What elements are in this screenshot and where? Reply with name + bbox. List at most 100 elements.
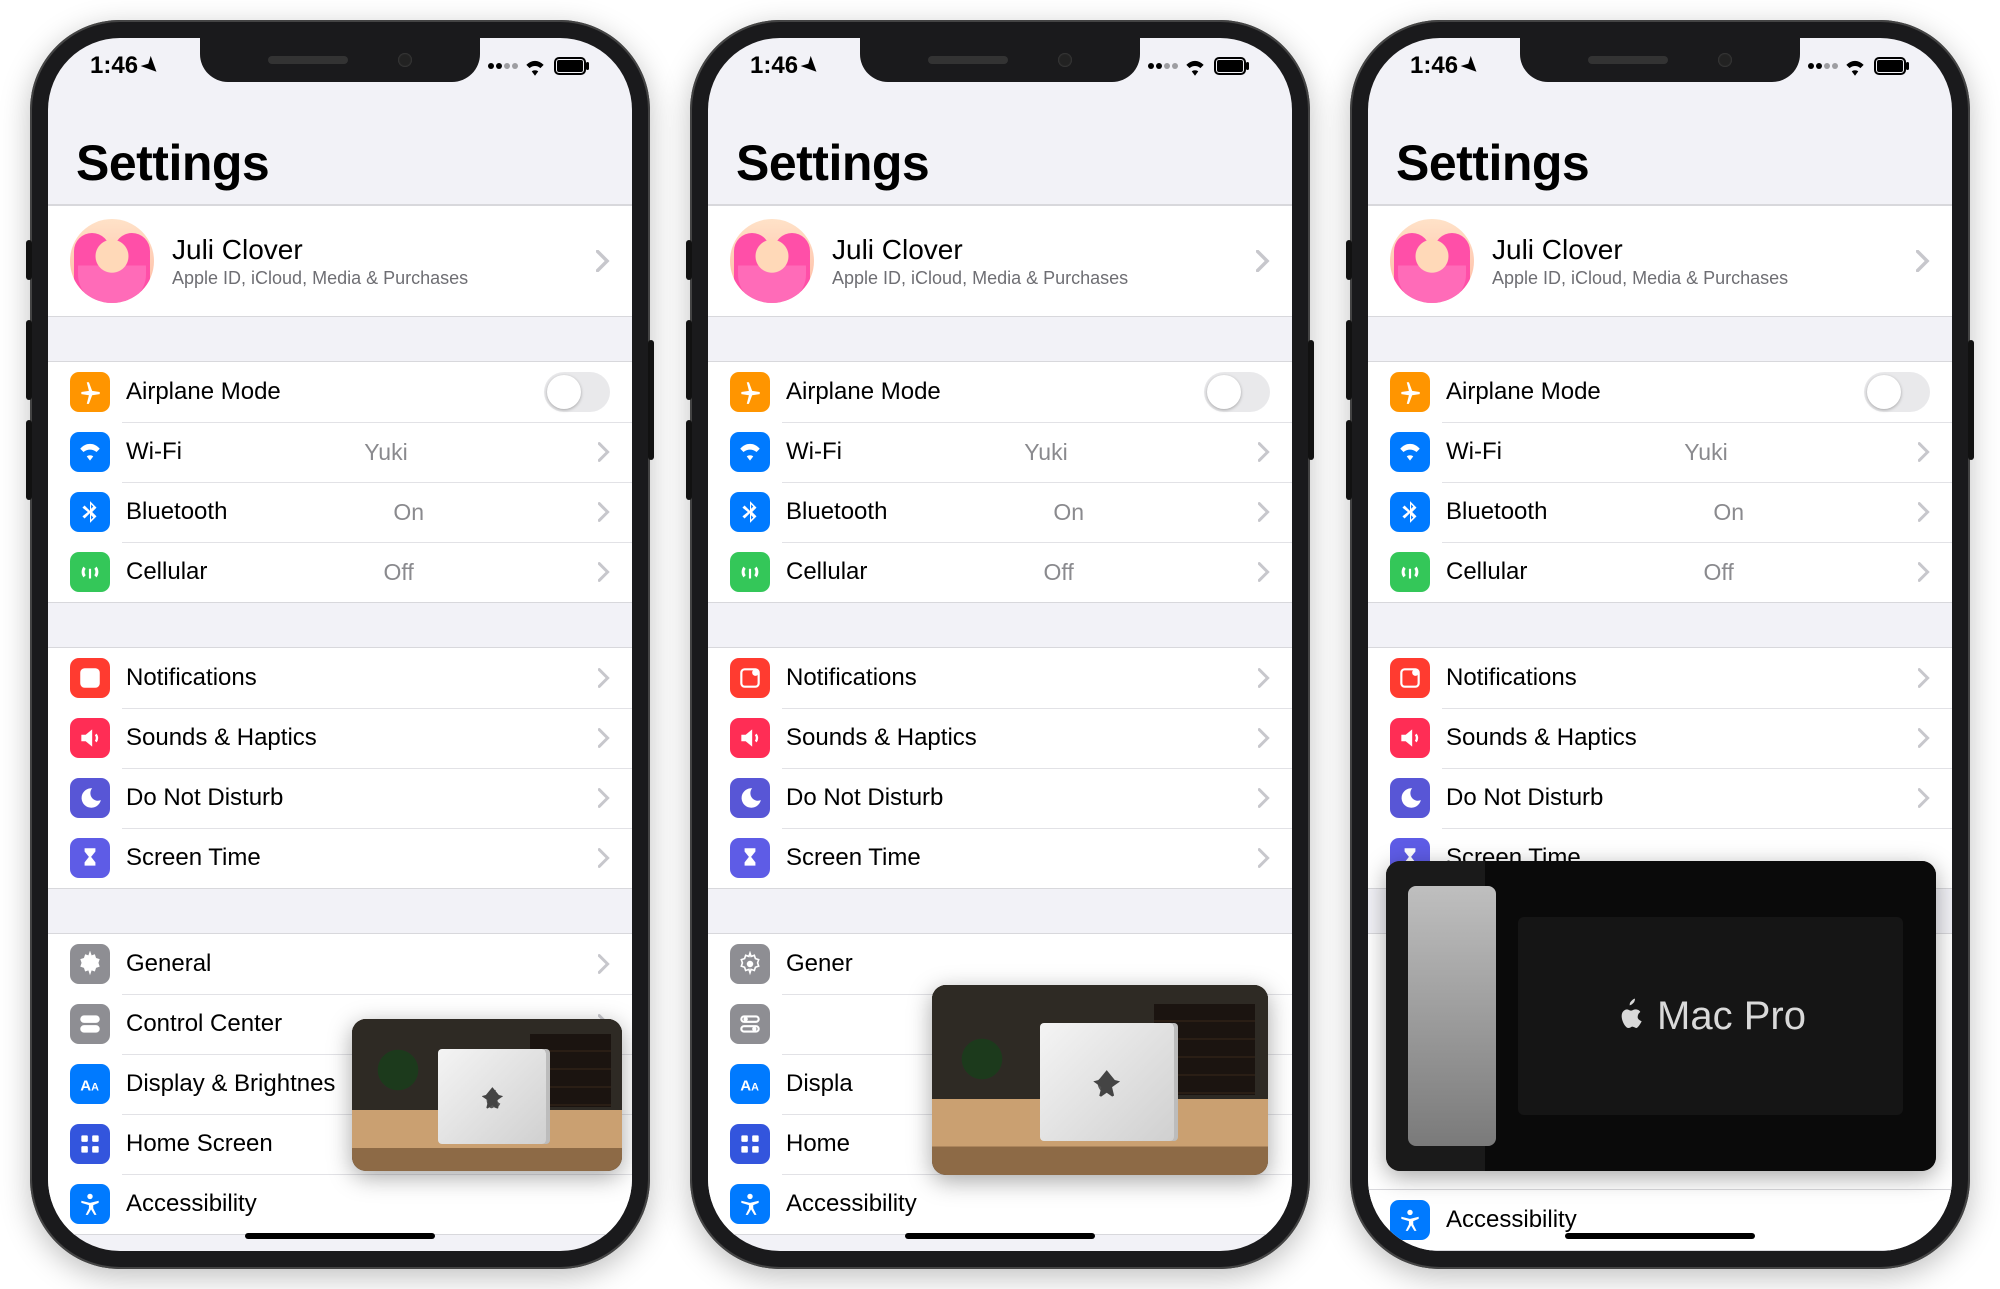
general-row[interactable]: General bbox=[48, 934, 632, 994]
sounds-icon bbox=[70, 718, 110, 758]
text-size-icon: AA bbox=[730, 1064, 770, 1104]
wifi-value: Yuki bbox=[1024, 439, 1075, 466]
home-indicator[interactable] bbox=[905, 1233, 1095, 1239]
row-label: Airplane Mode bbox=[786, 378, 941, 406]
chevron-right-icon bbox=[1258, 848, 1270, 868]
row-label: Notifications bbox=[1446, 664, 1577, 692]
screentime-row[interactable]: Screen Time bbox=[48, 828, 632, 888]
airplane-icon bbox=[730, 372, 770, 412]
bluetooth-row[interactable]: Bluetooth On bbox=[48, 482, 632, 542]
notifications-row[interactable]: Notifications bbox=[1368, 648, 1952, 708]
airplane-mode-row[interactable]: Airplane Mode bbox=[48, 362, 632, 422]
toggles-icon bbox=[70, 1004, 110, 1044]
row-label: Airplane Mode bbox=[126, 378, 281, 406]
chevron-right-icon bbox=[598, 954, 610, 974]
row-label: Do Not Disturb bbox=[126, 784, 283, 812]
notifications-row[interactable]: Notifications bbox=[708, 648, 1292, 708]
moon-icon bbox=[730, 778, 770, 818]
sounds-icon bbox=[730, 718, 770, 758]
row-label: Bluetooth bbox=[1446, 498, 1547, 526]
apple-id-row[interactable]: Juli CloverApple ID, iCloud, Media & Pur… bbox=[708, 206, 1292, 316]
chevron-right-icon bbox=[1916, 250, 1930, 272]
screen: 1:46➤ Settings Juli CloverApple ID, iClo… bbox=[708, 38, 1292, 1251]
row-label: General bbox=[126, 950, 211, 978]
volume-up-button bbox=[1346, 320, 1352, 400]
chevron-right-icon bbox=[1918, 502, 1930, 522]
volume-up-button bbox=[686, 320, 692, 400]
notifications-row[interactable]: Notifications bbox=[48, 648, 632, 708]
sounds-row[interactable]: Sounds & Haptics bbox=[708, 708, 1292, 768]
row-label: Notifications bbox=[786, 664, 917, 692]
svg-text:A: A bbox=[91, 1082, 99, 1094]
row-label: Wi-Fi bbox=[126, 438, 182, 466]
accessibility-row[interactable]: Accessibility bbox=[1368, 1190, 1952, 1250]
volume-up-button bbox=[26, 320, 32, 400]
accessibility-row[interactable]: Accessibility bbox=[708, 1174, 1292, 1234]
apple-id-row[interactable]: Juli Clover Apple ID, iCloud, Media & Pu… bbox=[48, 206, 632, 316]
chevron-right-icon bbox=[1258, 502, 1270, 522]
bluetooth-row[interactable]: Bluetooth On bbox=[1368, 482, 1952, 542]
sounds-icon bbox=[1390, 718, 1430, 758]
cellular-icon bbox=[70, 552, 110, 592]
status-time: 1:46 bbox=[750, 52, 798, 80]
cellular-icon bbox=[730, 552, 770, 592]
notifications-icon bbox=[70, 658, 110, 698]
bluetooth-value: On bbox=[393, 499, 432, 526]
chevron-right-icon bbox=[1918, 668, 1930, 688]
airplane-mode-row[interactable]: Airplane Mode bbox=[708, 362, 1292, 422]
screentime-row[interactable]: Screen Time bbox=[708, 828, 1292, 888]
cellular-row[interactable]: Cellular Off bbox=[48, 542, 632, 602]
bluetooth-row[interactable]: BluetoothOn bbox=[708, 482, 1292, 542]
airplane-toggle[interactable] bbox=[1864, 372, 1930, 412]
chevron-right-icon bbox=[1256, 250, 1270, 272]
sounds-row[interactable]: Sounds & Haptics bbox=[48, 708, 632, 768]
location-icon: ➤ bbox=[137, 53, 163, 79]
wifi-row[interactable]: Wi-FiYuki bbox=[1368, 422, 1952, 482]
mute-switch bbox=[26, 240, 32, 280]
cellular-value: Off bbox=[1704, 559, 1742, 586]
dnd-row[interactable]: Do Not Disturb bbox=[1368, 768, 1952, 828]
cellular-row[interactable]: CellularOff bbox=[708, 542, 1292, 602]
avatar bbox=[730, 219, 814, 303]
row-label: Wi-Fi bbox=[786, 438, 842, 466]
wifi-icon bbox=[1842, 56, 1868, 76]
screen: 1:46 ➤ Settings Juli Clover Apple ID, iC… bbox=[48, 38, 632, 1251]
accessibility-row[interactable]: Accessibility bbox=[48, 1174, 632, 1234]
row-label: Notifications bbox=[126, 664, 257, 692]
row-label: Sounds & Haptics bbox=[1446, 724, 1637, 752]
chevron-right-icon bbox=[1918, 442, 1930, 462]
volume-down-button bbox=[26, 420, 32, 500]
home-indicator[interactable] bbox=[245, 1233, 435, 1239]
row-label: Bluetooth bbox=[126, 498, 227, 526]
airplane-toggle[interactable] bbox=[1204, 372, 1270, 412]
pip-window[interactable]: Mac Pro bbox=[1386, 861, 1936, 1171]
row-label: Home bbox=[786, 1130, 850, 1158]
chevron-right-icon bbox=[598, 562, 610, 582]
apple-id-row[interactable]: Juli CloverApple ID, iCloud, Media & Pur… bbox=[1368, 206, 1952, 316]
status-time: 1:46 bbox=[1410, 52, 1458, 80]
row-label: Cellular bbox=[786, 558, 867, 586]
notch bbox=[860, 38, 1140, 82]
dnd-row[interactable]: Do Not Disturb bbox=[708, 768, 1292, 828]
wifi-row[interactable]: Wi-Fi Yuki bbox=[48, 422, 632, 482]
cellular-row[interactable]: CellularOff bbox=[1368, 542, 1952, 602]
airplane-toggle[interactable] bbox=[544, 372, 610, 412]
airplane-icon bbox=[70, 372, 110, 412]
row-label: Airplane Mode bbox=[1446, 378, 1601, 406]
airplane-mode-row[interactable]: Airplane Mode bbox=[1368, 362, 1952, 422]
pip-window[interactable] bbox=[932, 985, 1268, 1175]
avatar bbox=[70, 219, 154, 303]
wifi-row[interactable]: Wi-Fi Yuki bbox=[708, 422, 1292, 482]
grid-icon bbox=[70, 1124, 110, 1164]
row-label: Gener bbox=[786, 950, 853, 978]
sounds-row[interactable]: Sounds & Haptics bbox=[1368, 708, 1952, 768]
home-indicator[interactable] bbox=[1565, 1233, 1755, 1239]
bluetooth-value: On bbox=[1713, 499, 1752, 526]
pip-window[interactable] bbox=[352, 1019, 622, 1171]
cellular-value: Off bbox=[384, 559, 422, 586]
dnd-row[interactable]: Do Not Disturb bbox=[48, 768, 632, 828]
chevron-right-icon bbox=[598, 728, 610, 748]
row-label: Bluetooth bbox=[786, 498, 887, 526]
chevron-right-icon bbox=[598, 848, 610, 868]
notifications-icon bbox=[1390, 658, 1430, 698]
